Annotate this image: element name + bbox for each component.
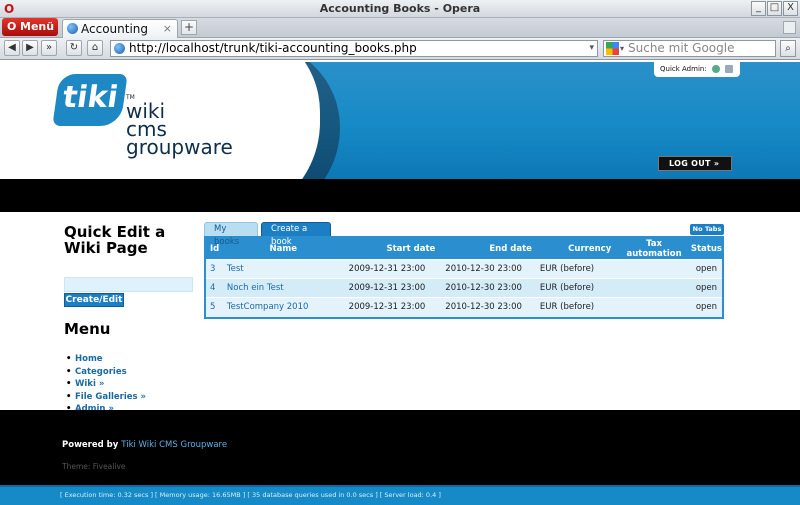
row-id[interactable]: 4 bbox=[206, 278, 224, 298]
sidebar: Quick Edit a Wiki Page Create/Edit Menu … bbox=[64, 224, 194, 416]
wordmark: wiki cms groupware bbox=[126, 99, 233, 159]
row-tax bbox=[617, 259, 691, 279]
row-end-date: 2010-12-30 23:00 bbox=[439, 278, 536, 298]
close-window-button[interactable]: X bbox=[783, 1, 798, 16]
row-currency: EUR (before) bbox=[535, 259, 618, 279]
menu-label: Menü bbox=[20, 20, 55, 33]
menu-title: Menu bbox=[64, 320, 111, 338]
wrench-icon[interactable] bbox=[725, 65, 734, 73]
tiki-link[interactable]: Tiki Wiki CMS Groupware bbox=[121, 440, 227, 450]
row-end-date: 2010-12-30 23:00 bbox=[439, 259, 536, 279]
col-currency[interactable]: Currency bbox=[535, 239, 618, 260]
tiki-logo[interactable]: tiki bbox=[52, 74, 128, 126]
menu-item-home[interactable]: Home bbox=[64, 353, 194, 366]
search-engine-chevron-icon[interactable]: ▾ bbox=[620, 41, 624, 56]
tab-my-books[interactable]: My books bbox=[204, 222, 258, 247]
books-panel: My books Create a book No Tabs Id Name S… bbox=[204, 222, 724, 319]
address-bar[interactable]: http://localhost/trunk/tiki-accounting_b… bbox=[110, 40, 598, 57]
top-nav-band bbox=[0, 179, 800, 212]
theme-label: Theme: Fivealive bbox=[62, 462, 126, 471]
menu-item-wiki[interactable]: Wiki » bbox=[64, 378, 194, 391]
site-footer: Powered by Tiki Wiki CMS Groupware Theme… bbox=[0, 410, 800, 485]
row-start-date: 2009-12-31 23:00 bbox=[342, 297, 440, 317]
row-currency: EUR (before) bbox=[535, 278, 618, 298]
maximize-button[interactable]: □ bbox=[767, 1, 782, 16]
search-placeholder: Suche mit Google bbox=[628, 41, 735, 55]
chevron-down-icon[interactable]: ▾ bbox=[589, 41, 594, 56]
forward-button[interactable]: ▶ bbox=[22, 40, 38, 56]
col-end-date[interactable]: End date bbox=[439, 239, 536, 260]
row-id[interactable]: 5 bbox=[206, 297, 224, 317]
opera-menu-icon: O bbox=[7, 20, 17, 33]
row-currency: EUR (before) bbox=[535, 297, 618, 317]
table-row: 4 Noch ein Test 2009-12-31 23:00 2010-12… bbox=[206, 278, 722, 298]
reload-icon[interactable]: ↻ bbox=[66, 40, 82, 56]
row-id[interactable]: 3 bbox=[206, 259, 224, 279]
opera-menu-button[interactable]: O Menü bbox=[2, 18, 58, 36]
main-content: Quick Edit a Wiki Page Create/Edit Menu … bbox=[0, 212, 800, 415]
row-start-date: 2009-12-31 23:00 bbox=[342, 259, 440, 279]
table-row: 3 Test 2009-12-31 23:00 2010-12-30 23:00… bbox=[206, 259, 722, 279]
window-title: Accounting Books - Opera bbox=[319, 2, 481, 15]
menu-item-categories[interactable]: Categories bbox=[64, 366, 194, 379]
quick-edit-title: Quick Edit a Wiki Page bbox=[64, 223, 166, 257]
search-input[interactable]: ▾ Suche mit Google bbox=[603, 40, 776, 57]
books-tabs: My books Create a book No Tabs bbox=[204, 222, 724, 247]
fast-forward-button[interactable]: » bbox=[41, 40, 57, 56]
tab-options-button[interactable] bbox=[783, 21, 796, 34]
google-icon[interactable] bbox=[606, 42, 619, 55]
search-button[interactable]: ⌕ bbox=[780, 40, 796, 57]
quick-admin: Quick Admin: bbox=[654, 62, 740, 77]
row-tax bbox=[617, 297, 691, 317]
create-edit-button[interactable]: Create/Edit bbox=[64, 293, 124, 307]
menu-item-file-galleries[interactable]: File Galleries » bbox=[64, 391, 194, 404]
row-status: open bbox=[690, 297, 722, 317]
tab-bar: O Menü Accounting Bo... × + bbox=[0, 18, 800, 54]
site-header: tiki TM wiki cms groupware Quick Admin: … bbox=[0, 62, 800, 179]
stats-bar: [ Execution time: 0.32 secs ] [ Memory u… bbox=[0, 485, 800, 505]
browser-tab[interactable]: Accounting Bo... × bbox=[62, 19, 178, 54]
page: tiki TM wiki cms groupware Quick Admin: … bbox=[0, 62, 800, 505]
site-favicon-icon bbox=[114, 43, 125, 54]
row-end-date: 2010-12-30 23:00 bbox=[439, 297, 536, 317]
row-status: open bbox=[690, 278, 722, 298]
quick-admin-label: Quick Admin: bbox=[660, 65, 707, 73]
home-icon[interactable]: ⌂ bbox=[87, 40, 103, 56]
url-text: http://localhost/trunk/tiki-accounting_b… bbox=[129, 41, 417, 55]
quick-edit-input[interactable] bbox=[64, 277, 193, 292]
tab-favicon-icon bbox=[67, 23, 78, 34]
col-tax-automation[interactable]: Tax automation bbox=[617, 239, 691, 260]
back-button[interactable]: ◀ bbox=[4, 40, 20, 56]
menu-list: Home Categories Wiki » File Galleries » … bbox=[64, 353, 194, 416]
row-start-date: 2009-12-31 23:00 bbox=[342, 278, 440, 298]
stats-text: [ Execution time: 0.32 secs ] [ Memory u… bbox=[60, 491, 441, 499]
new-tab-button[interactable]: + bbox=[181, 20, 197, 35]
row-name-link[interactable]: Test bbox=[223, 259, 343, 279]
powered-by: Powered by Tiki Wiki CMS Groupware bbox=[62, 440, 228, 450]
navigation-bar: ◀ ▶ » ↻ ⌂ http://localhost/trunk/tiki-ac… bbox=[0, 38, 800, 60]
tab-create-book[interactable]: Create a book bbox=[261, 222, 331, 247]
row-tax bbox=[617, 278, 691, 298]
logout-button[interactable]: LOG OUT » bbox=[658, 156, 732, 171]
table-row: 5 TestCompany 2010 2009-12-31 23:00 2010… bbox=[206, 297, 722, 317]
no-tabs-button[interactable]: No Tabs bbox=[690, 224, 724, 235]
window-titlebar: O Accounting Books - Opera _ □ X bbox=[0, 0, 800, 18]
refresh-icon[interactable] bbox=[711, 65, 720, 73]
row-status: open bbox=[690, 259, 722, 279]
row-name-link[interactable]: TestCompany 2010 bbox=[223, 297, 343, 317]
col-start-date[interactable]: Start date bbox=[342, 239, 440, 260]
col-status[interactable]: Status bbox=[690, 239, 722, 260]
row-name-link[interactable]: Noch ein Test bbox=[223, 278, 343, 298]
tab-close-icon[interactable]: × bbox=[163, 20, 172, 38]
minimize-button[interactable]: _ bbox=[751, 1, 766, 16]
